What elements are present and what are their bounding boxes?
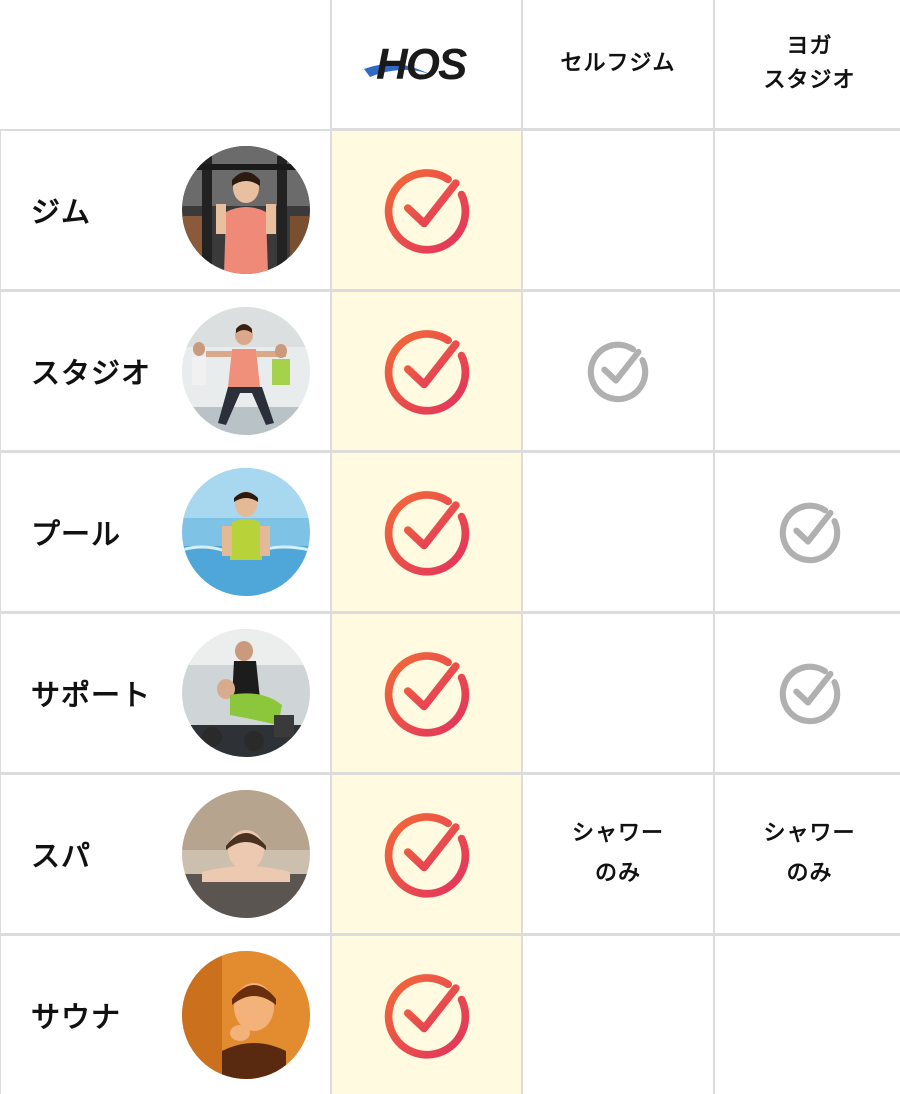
- check-circle-gray-icon: [776, 498, 844, 566]
- feature-label: プール: [31, 517, 122, 551]
- header-self-gym: セルフジム: [521, 0, 715, 130]
- row-gym-self-gym: [521, 129, 715, 291]
- row-pool-label-cell: プール: [0, 451, 332, 613]
- check-circle-red-icon: [379, 967, 475, 1063]
- header-yoga-studio: ヨガ スタジオ: [713, 0, 900, 130]
- check-circle-gray-icon: [776, 659, 844, 727]
- feature-label: スタジオ: [31, 356, 152, 390]
- row-sauna-label-cell: サウナ: [0, 934, 332, 1094]
- shower-only-note: シャワー のみ: [572, 814, 664, 894]
- header-yoga-line1: ヨガ: [786, 34, 833, 59]
- row-studio-self-gym: [521, 290, 715, 452]
- check-circle-red-icon: [379, 484, 475, 580]
- feature-label: ジム: [31, 195, 92, 229]
- row-sauna-hos: [330, 934, 523, 1094]
- row-studio-yoga: [713, 290, 900, 452]
- row-spa-hos: [330, 773, 523, 935]
- header-hos: HOS: [330, 0, 523, 130]
- row-support-label-cell: サポート: [0, 612, 332, 774]
- spa-woman-photo: [182, 790, 310, 918]
- row-spa-label-cell: スパ: [0, 773, 332, 935]
- row-gym-hos: [330, 129, 523, 291]
- note-line2: のみ: [786, 861, 833, 886]
- row-gym-label-cell: ジム: [0, 129, 332, 291]
- header-yoga-line2: スタジオ: [763, 68, 856, 93]
- row-sauna-yoga: [713, 934, 900, 1094]
- row-support-hos: [330, 612, 523, 774]
- row-support-yoga: [713, 612, 900, 774]
- row-pool-yoga: [713, 451, 900, 613]
- row-sauna-self-gym: [521, 934, 715, 1094]
- note-line1: シャワー: [571, 821, 664, 846]
- check-circle-gray-icon: [584, 337, 652, 405]
- check-circle-red-icon: [379, 806, 475, 902]
- row-gym-yoga: [713, 129, 900, 291]
- row-spa-yoga: シャワー のみ: [713, 773, 900, 935]
- header-yoga-label: ヨガ スタジオ: [763, 30, 855, 98]
- feature-label: スパ: [31, 839, 92, 873]
- pool-woman-photo: [182, 468, 310, 596]
- studio-class-photo: [182, 307, 310, 435]
- feature-label: サウナ: [31, 1000, 122, 1034]
- check-circle-red-icon: [379, 645, 475, 741]
- note-line2: のみ: [594, 861, 641, 886]
- trainer-support-photo: [182, 629, 310, 757]
- check-circle-red-icon: [379, 162, 475, 258]
- hos-logo: HOS: [363, 40, 469, 89]
- row-spa-self-gym: シャワー のみ: [521, 773, 715, 935]
- row-pool-self-gym: [521, 451, 715, 613]
- check-circle-red-icon: [379, 323, 475, 419]
- shower-only-note: シャワー のみ: [763, 814, 855, 894]
- sauna-woman-photo: [182, 951, 310, 1079]
- gym-woman-photo: [182, 146, 310, 274]
- feature-label: サポート: [31, 678, 152, 712]
- row-pool-hos: [330, 451, 523, 613]
- header-self-gym-label: セルフジム: [560, 51, 676, 76]
- header-corner: [1, 0, 330, 128]
- row-studio-label-cell: スタジオ: [0, 290, 332, 452]
- row-studio-hos: [330, 290, 523, 452]
- svg-text:HOS: HOS: [376, 40, 467, 89]
- row-support-self-gym: [521, 612, 715, 774]
- comparison-table: HOS セルフジム ヨガ スタジオ ジム スタジオ プール サポート スパ シャ…: [0, 0, 900, 1094]
- note-line1: シャワー: [763, 821, 856, 846]
